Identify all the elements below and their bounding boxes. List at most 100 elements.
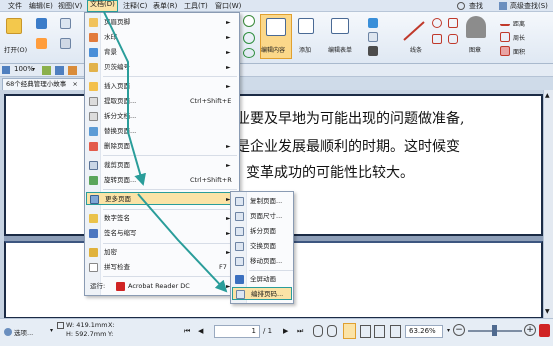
menu-item-header-footer[interactable]: 页眉页脚 ► (86, 16, 238, 29)
vertical-scrollbar[interactable]: ▲ ▼ (543, 90, 553, 318)
fit-page-icon[interactable] (42, 66, 51, 75)
advanced-find-button[interactable]: 高级查找(S) (508, 1, 550, 11)
menu-separator (103, 155, 237, 156)
rectangle-icon[interactable] (448, 18, 458, 28)
zoom-in-icon[interactable] (243, 15, 255, 27)
menu-edit[interactable]: 编辑(E) (27, 1, 55, 11)
menu-item-background[interactable]: 背景 ► (86, 46, 238, 59)
menu-file[interactable]: 文件 (6, 1, 24, 11)
menu-item-bates-numbering[interactable]: 贝茨编号 ► (86, 61, 238, 74)
submenu-item-move-pages[interactable]: 移动页面... (232, 255, 292, 268)
edit-form-label[interactable]: 编辑表单 (328, 45, 352, 54)
chevron-down-icon[interactable]: ▾ (32, 66, 35, 73)
rotate-back-icon[interactable] (243, 48, 255, 58)
forward-icon[interactable] (327, 325, 337, 337)
submenu-item-page-numbering[interactable]: 编排页码... (232, 287, 292, 300)
email-icon[interactable] (60, 18, 71, 29)
scan-icon[interactable] (60, 38, 71, 49)
prev-page-icon[interactable]: ◀ (198, 327, 203, 335)
submenu-item-swap-pages[interactable]: 交换页面 (232, 240, 292, 253)
menu-item-replace-pages[interactable]: 替换页面... (86, 125, 238, 138)
stamp-label[interactable]: 图章 (469, 45, 481, 54)
zoom-out-icon[interactable]: − (453, 324, 465, 336)
menu-tools[interactable]: 工具(T) (182, 1, 210, 11)
back-icon[interactable] (313, 325, 323, 337)
options-icon[interactable] (4, 328, 12, 336)
continuous-facing-icon[interactable] (390, 325, 401, 338)
perimeter-icon[interactable] (500, 32, 510, 42)
continuous-view-icon[interactable] (360, 325, 371, 338)
single-page-view-icon[interactable] (343, 323, 356, 339)
open-button-label[interactable]: 打开(O) (4, 44, 27, 54)
zoom-in-small-icon[interactable]: + (524, 324, 536, 336)
form-checkbox-icon[interactable] (368, 32, 378, 42)
zoom-slider-thumb[interactable] (492, 325, 497, 336)
pdf-icon[interactable] (539, 324, 550, 337)
submenu-item-copy-pages[interactable]: 复制页面... (232, 195, 292, 208)
close-icon[interactable]: × (72, 80, 77, 88)
replace-pages-icon (89, 127, 98, 136)
tab-document[interactable]: 68个经典管理小故事 × (2, 78, 94, 90)
menu-comment[interactable]: 注释(C) (121, 1, 149, 11)
open-folder-icon[interactable] (6, 18, 22, 34)
menu-item-insert-pages[interactable]: 插入页面 ► (86, 80, 238, 93)
actual-size-icon[interactable] (68, 66, 77, 75)
menu-item-rotate-pages[interactable]: 旋转页面... Ctrl+Shift+R (86, 174, 238, 187)
area-icon[interactable] (500, 46, 510, 56)
rotate-icon[interactable] (243, 32, 255, 44)
distance-icon[interactable] (500, 18, 510, 26)
first-page-icon[interactable]: ⏮ (184, 327, 190, 336)
add-label[interactable]: 添加 (299, 45, 311, 54)
submenu-item-fullscreen-animation[interactable]: 全屏动画 (232, 273, 292, 286)
zoom-select[interactable]: 100% (14, 65, 34, 73)
add-text-icon[interactable] (298, 18, 314, 34)
menu-item-encrypt[interactable]: 加密 ► (86, 246, 238, 259)
submenu-item-split-pages[interactable]: 拆分页面 (232, 225, 292, 238)
perimeter-label[interactable]: 周长 (513, 33, 525, 42)
scroll-up-icon[interactable]: ▲ (545, 92, 550, 99)
line-label[interactable]: 线条 (410, 45, 422, 54)
area-label[interactable]: 面积 (513, 47, 525, 56)
page-number-input[interactable]: 1 (214, 325, 260, 338)
stamp-icon[interactable] (466, 16, 486, 38)
fit-width-icon[interactable] (55, 66, 64, 75)
menu-view[interactable]: 视图(V) (56, 1, 84, 11)
menu-item-run-app[interactable]: 运行: Acrobat Reader DC ► (86, 280, 238, 293)
options-button[interactable]: 选项... (14, 327, 33, 337)
find-button[interactable]: 查找 (467, 1, 485, 11)
zoom-input[interactable]: 63.26% (405, 325, 443, 338)
menu-document[interactable]: 文档(D) (87, 0, 118, 12)
submenu-item-page-size[interactable]: 页面尺寸... (232, 210, 292, 223)
menu-item-digital-signature[interactable]: 数字签名 ► (86, 212, 238, 225)
menu-item-split-document[interactable]: 拆分文档... (86, 110, 238, 123)
menu-item-delete-pages[interactable]: 删除页面 ► (86, 140, 238, 153)
cloud-icon[interactable] (448, 34, 458, 44)
spell-check-icon (89, 263, 98, 272)
line-tool-icon[interactable] (402, 20, 426, 42)
menu-item-spell-check[interactable]: 拼写检查 F7 (86, 261, 238, 274)
menu-item-sign-initial[interactable]: 签名与缩写 ► (86, 227, 238, 240)
scroll-down-icon[interactable]: ▼ (545, 308, 550, 315)
chevron-down-icon[interactable]: ▾ (50, 327, 53, 334)
body-text-line-2: 是企业发展最顺利的时期。这时候变 (236, 139, 460, 155)
menu-window[interactable]: 窗口(W) (213, 1, 243, 11)
page-total: / 1 (263, 327, 273, 335)
menu-item-extract-pages[interactable]: 提取页面... Ctrl+Shift+E (86, 95, 238, 108)
ellipse-icon[interactable] (432, 18, 442, 28)
print-icon[interactable] (36, 38, 47, 49)
form-field-icon[interactable] (368, 18, 378, 28)
menu-form[interactable]: 表单(R) (151, 1, 179, 11)
edit-form-icon[interactable] (331, 18, 349, 34)
menu-item-crop-pages[interactable]: 裁剪页面 ► (86, 159, 238, 172)
polygon-icon[interactable] (432, 34, 442, 44)
form-button-icon[interactable] (368, 46, 378, 56)
width-value: W: 419.1mm (66, 321, 108, 329)
next-page-icon[interactable]: ▶ (283, 327, 288, 335)
menu-item-more-pages[interactable]: 更多页面 ► (86, 192, 238, 205)
last-page-icon[interactable]: ⏭ (297, 327, 303, 336)
menu-item-watermark[interactable]: 水印 ► (86, 31, 238, 44)
save-icon[interactable] (36, 18, 47, 29)
distance-label[interactable]: 距离 (513, 19, 525, 28)
chevron-down-icon[interactable]: ▾ (447, 327, 450, 334)
facing-view-icon[interactable] (374, 325, 385, 338)
